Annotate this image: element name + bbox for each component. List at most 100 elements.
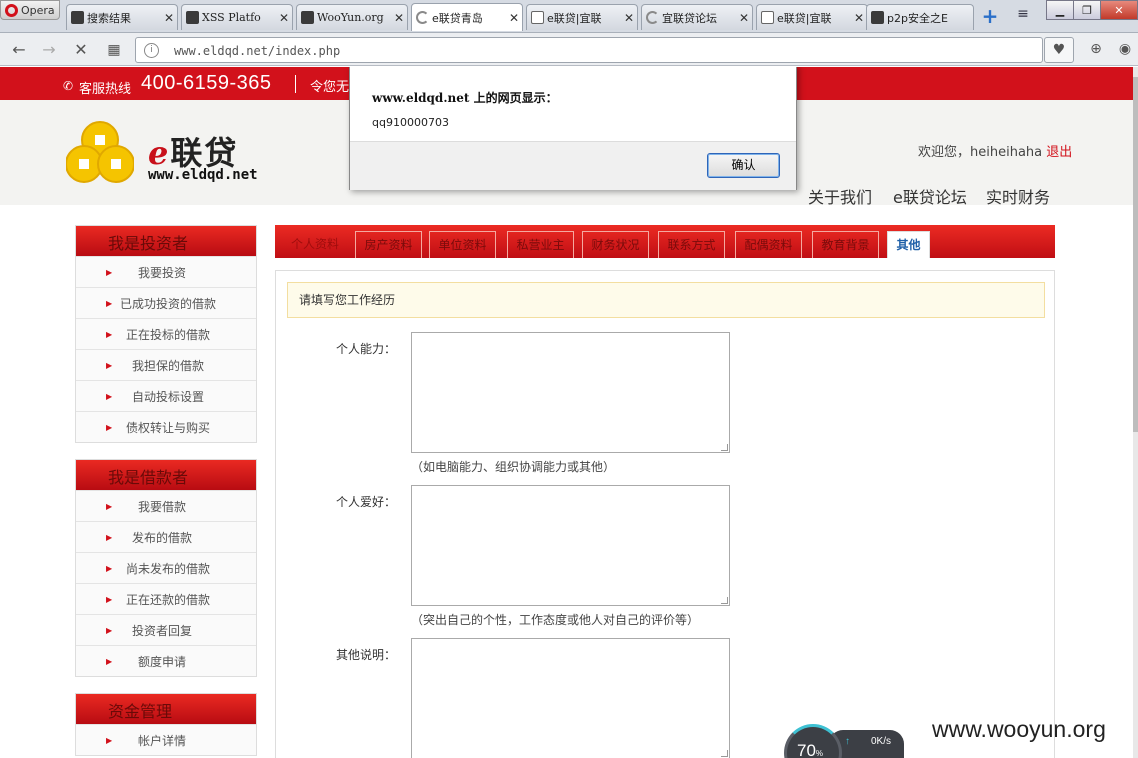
browser-tab[interactable]: p2p安全之E [866,4,974,30]
account-icon[interactable]: ◉ [1112,37,1138,63]
sidebar-item-label: 自动投标设置 [131,389,204,404]
form-notice: 请填写您工作经历 [287,282,1045,318]
sidebar-item[interactable]: ▶ 我要借款 [76,490,256,521]
close-window-icon[interactable]: ✕ [1100,0,1138,20]
close-tab-icon[interactable]: ✕ [276,11,292,25]
tab-financial-status[interactable]: 财务状况 [582,231,649,258]
tab-personal-info[interactable]: 个人资料 [281,231,349,258]
browser-tab[interactable]: e联贷|宜联 ✕ [756,4,868,30]
ability-label: 个人能力： [336,342,397,356]
nav-forum[interactable]: e联贷论坛 [893,184,967,208]
network-speed-widget: ↑ 0K/s 70% [784,724,904,758]
browser-tab[interactable]: XSS Platfo ✕ [181,4,293,30]
close-tab-icon[interactable]: ✕ [391,11,407,25]
arrow-right-icon: ▶ [106,298,113,308]
arrow-right-icon: ▶ [106,532,113,542]
back-arrow-icon[interactable]: ← [8,40,30,60]
sidebar-item-label: 发布的借款 [131,530,192,545]
browser-tab-active[interactable]: e联贷青岛 ✕ [411,3,523,31]
minimize-window-icon[interactable]: ▁ [1046,0,1074,20]
stop-loading-icon[interactable]: ✕ [70,40,92,60]
ability-textarea[interactable] [411,332,730,453]
bookmark-heart-icon[interactable]: ♥ [1044,37,1074,63]
topbar-notice: 令您无 [310,80,350,95]
phone-icon: ✆ [63,79,74,93]
other-notes-textarea[interactable] [411,638,730,758]
sidebar-item[interactable]: ▶ 已成功投资的借款 [76,287,256,318]
tab-property-info[interactable]: 房产资料 [355,231,422,258]
sidebar-item[interactable]: ▶ 尚未发布的借款 [76,552,256,583]
nav-realtime-finance[interactable]: 实时财务 [986,184,1050,208]
sidebar-item[interactable]: ▶ 投资者回复 [76,614,256,645]
page-favicon-icon [71,11,84,24]
tab-title: WooYun.org [317,11,384,24]
browser-tab[interactable]: e联贷|宜联 ✕ [526,4,638,30]
maximize-window-icon[interactable]: ❐ [1073,0,1101,20]
tab-employer-info[interactable]: 单位资料 [429,231,496,258]
hobby-textarea[interactable] [411,485,730,606]
browser-tab[interactable]: 宜联贷论坛 ✕ [641,4,753,30]
gauge-percent-unit: % [815,749,824,758]
url-field[interactable]: i www.eldqd.net/index.php [135,37,1043,63]
hobby-label: 个人爱好： [336,495,397,509]
download-icon[interactable]: ⊕ [1082,37,1110,63]
close-tab-icon[interactable]: ✕ [621,11,637,25]
sidebar-item[interactable]: ▶ 正在投标的借款 [76,318,256,349]
sidebar-item[interactable]: ▶ 帐户详情 [76,724,256,755]
work-experience-form: 请填写您工作经历 个人能力： （如电脑能力、组织协调能力或其他） 个人爱好： （… [275,270,1055,758]
arrow-right-icon: ▶ [106,391,113,401]
tab-menu-icon[interactable]: ≡ [1010,6,1036,26]
arrow-right-icon: ▶ [106,735,113,745]
sidebar-item-label: 尚未发布的借款 [125,561,210,576]
forward-arrow-icon[interactable]: → [38,40,60,60]
sidebar-investor: 我是投资者 ▶ 我要投资 ▶ 已成功投资的借款 ▶ 正在投标的借款 ▶ 我担保的借款 ▶… [75,225,257,443]
tab-contact-info[interactable]: 联系方式 [658,231,725,258]
site-info-icon[interactable]: i [144,43,159,58]
sidebar-item-label: 正在还款的借款 [125,592,210,607]
tab-private-business[interactable]: 私营业主 [507,231,574,258]
opera-menu-button[interactable]: Opera [0,0,60,20]
sidebar-item[interactable]: ▶ 发布的借款 [76,521,256,552]
arrow-right-icon: ▶ [106,329,113,339]
sidebar-funds: 资金管理 ▶ 帐户详情 [75,693,257,756]
alert-ok-button[interactable]: 确认 [707,153,780,178]
nav-about-us[interactable]: 关于我们 [808,184,872,208]
hotline-label: 客服热线 [79,82,132,97]
tab-spouse-info[interactable]: 配偶资料 [735,231,802,258]
logo-coins-icon[interactable] [66,120,134,184]
sidebar-item[interactable]: ▶ 自动投标设置 [76,380,256,411]
browser-tab[interactable]: 搜索结果 ✕ [66,4,178,30]
sidebar-item[interactable]: ▶ 我担保的借款 [76,349,256,380]
sidebar-item-label: 投资者回复 [131,623,192,638]
cpu-gauge: 70% [784,724,842,758]
logout-link[interactable]: 退出 [1046,145,1072,160]
tab-title: 搜索结果 [87,11,131,25]
sidebar-item[interactable]: ▶ 额度申请 [76,645,256,676]
opera-logo-icon [5,3,18,17]
sidebar-borrower: 我是借款者 ▶ 我要借款 ▶ 发布的借款 ▶ 尚未发布的借款 ▶ 正在还款的借款 ▶ 投资… [75,459,257,677]
ability-hint: （如电脑能力、组织协调能力或其他） [411,460,616,474]
tab-other[interactable]: 其他 [887,231,930,258]
tab-education[interactable]: 教育背景 [812,231,879,258]
alert-dialog: www.eldqd.net 上的网页显示： qq910000703 确认 [349,67,797,190]
speed-dial-grid-icon[interactable]: ▦ [103,40,125,60]
arrow-right-icon: ▶ [106,501,113,511]
opera-menu-label: Opera [21,3,55,17]
close-tab-icon[interactable]: ✕ [736,11,752,25]
close-tab-icon[interactable]: ✕ [851,11,867,25]
page-scrollbar[interactable] [1133,67,1138,758]
sidebar-item[interactable]: ▶ 我要投资 [76,256,256,287]
new-tab-plus-icon[interactable]: + [976,5,1004,29]
web-page: ✆ 客服热线 400-6159-365 令您无 e联贷 www.eldqd.ne… [0,67,1133,758]
sidebar-item-label: 我要投资 [137,265,186,280]
sidebar-item[interactable]: ▶ 债权转让与购买 [76,411,256,442]
scrollbar-thumb[interactable] [1133,77,1138,432]
close-tab-icon[interactable]: ✕ [506,11,522,25]
loading-spinner-icon [646,11,659,24]
browser-tab[interactable]: WooYun.org ✕ [296,4,408,30]
sidebar-item[interactable]: ▶ 正在还款的借款 [76,583,256,614]
sidebar-section-title: 我是借款者 [76,460,256,490]
close-tab-icon[interactable]: ✕ [161,11,177,25]
sidebar-item-label: 我要借款 [137,499,186,514]
welcome-area: 欢迎您，heiheihaha 退出 [918,141,1072,160]
